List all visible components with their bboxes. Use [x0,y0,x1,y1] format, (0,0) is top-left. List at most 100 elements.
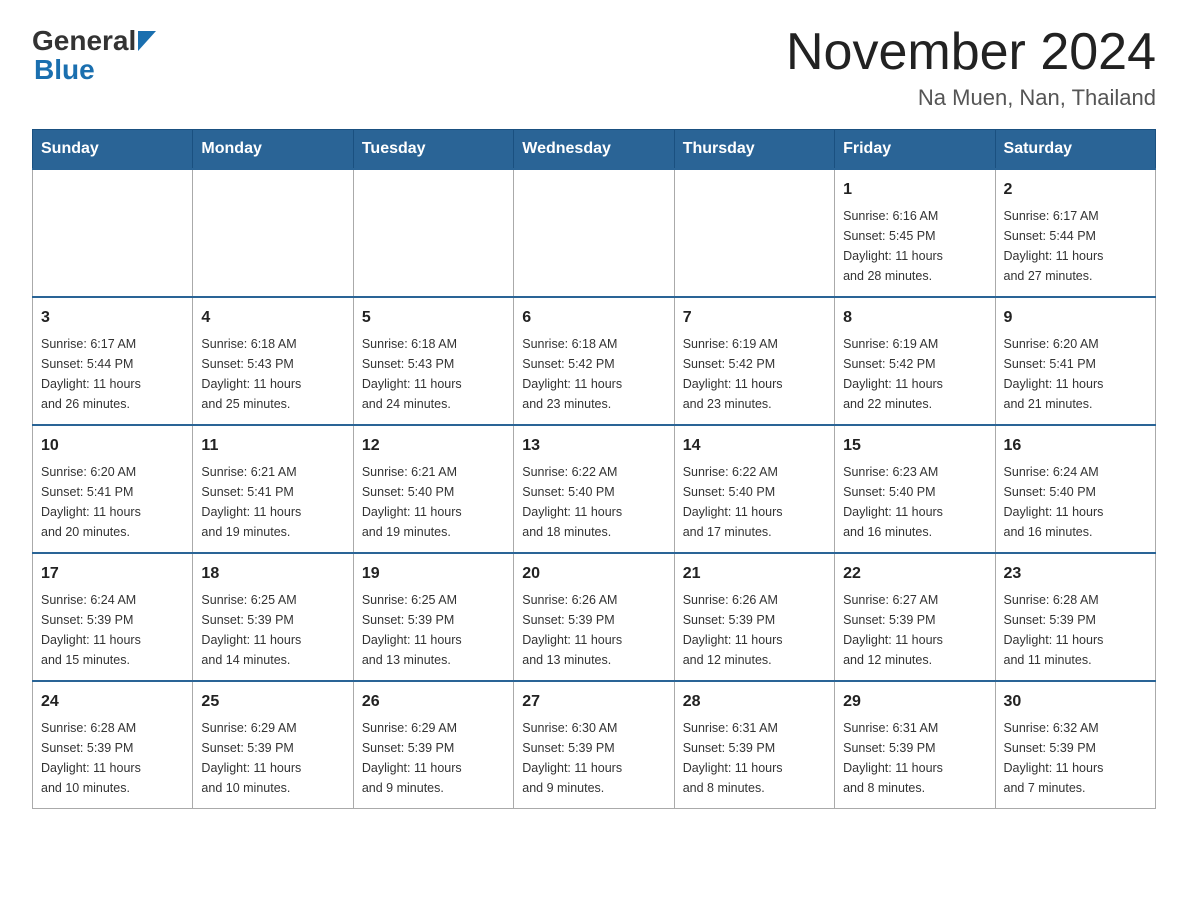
day-info: Sunrise: 6:19 AM Sunset: 5:42 PM Dayligh… [843,334,986,414]
weekday-header-thursday: Thursday [674,130,834,170]
day-number: 21 [683,562,826,586]
weekday-header-row: SundayMondayTuesdayWednesdayThursdayFrid… [33,130,1156,170]
calendar-cell: 2Sunrise: 6:17 AM Sunset: 5:44 PM Daylig… [995,169,1155,297]
calendar-cell: 12Sunrise: 6:21 AM Sunset: 5:40 PM Dayli… [353,425,513,553]
day-number: 7 [683,306,826,330]
day-number: 11 [201,434,344,458]
calendar-cell: 4Sunrise: 6:18 AM Sunset: 5:43 PM Daylig… [193,297,353,425]
calendar-cell [33,169,193,297]
calendar-cell: 22 Sunrise: 6:27 AM Sunset: 5:39 PM Dayli… [835,553,995,681]
day-info: Sunrise: 6:25 AM Sunset: 5:39 PM Dayligh… [362,590,505,670]
logo: General Blue [32,24,156,86]
day-number: 13 [522,434,665,458]
calendar-cell: 7 Sunrise: 6:19 AM Sunset: 5:42 PM Daylig… [674,297,834,425]
day-number: 22 [843,562,986,586]
day-info: Sunrise: 6:28 AM Sunset: 5:39 PM Dayligh… [1004,590,1147,670]
calendar-cell: 21 Sunrise: 6:26 AM Sunset: 5:39 PM Dayli… [674,553,834,681]
day-number: 9 [1004,306,1147,330]
day-info: Sunrise: 6:18 AM Sunset: 5:42 PM Dayligh… [522,334,665,414]
calendar-cell: 17 Sunrise: 6:24 AM Sunset: 5:39 PM Dayli… [33,553,193,681]
calendar-cell: 14 Sunrise: 6:22 AM Sunset: 5:40 PM Dayli… [674,425,834,553]
calendar-cell: 5 Sunrise: 6:18 AM Sunset: 5:43 PM Daylig… [353,297,513,425]
calendar-cell [674,169,834,297]
calendar-cell: 23 Sunrise: 6:28 AM Sunset: 5:39 PM Dayli… [995,553,1155,681]
logo-general-text: General [32,25,136,57]
calendar-cell: 29Sunrise: 6:31 AM Sunset: 5:39 PM Dayli… [835,681,995,809]
calendar-cell: 28 Sunrise: 6:31 AM Sunset: 5:39 PM Dayli… [674,681,834,809]
day-number: 25 [201,690,344,714]
day-info: Sunrise: 6:21 AM Sunset: 5:41 PM Dayligh… [201,462,344,542]
day-number: 4 [201,306,344,330]
calendar-table: SundayMondayTuesdayWednesdayThursdayFrid… [32,129,1156,809]
day-info: Sunrise: 6:17 AM Sunset: 5:44 PM Dayligh… [41,334,184,414]
calendar-cell [193,169,353,297]
day-number: 6 [522,306,665,330]
calendar-cell: 6 Sunrise: 6:18 AM Sunset: 5:42 PM Daylig… [514,297,674,425]
week-row-2: 3 Sunrise: 6:17 AM Sunset: 5:44 PM Daylig… [33,297,1156,425]
day-number: 15 [843,434,986,458]
weekday-header-monday: Monday [193,130,353,170]
day-number: 5 [362,306,505,330]
calendar-cell: 13 Sunrise: 6:22 AM Sunset: 5:40 PM Dayli… [514,425,674,553]
day-number: 27 [522,690,665,714]
day-number: 16 [1004,434,1147,458]
day-info: Sunrise: 6:18 AM Sunset: 5:43 PM Dayligh… [362,334,505,414]
day-info: Sunrise: 6:26 AM Sunset: 5:39 PM Dayligh… [683,590,826,670]
day-number: 26 [362,690,505,714]
day-info: Sunrise: 6:27 AM Sunset: 5:39 PM Dayligh… [843,590,986,670]
logo-blue-text: Blue [34,54,95,86]
day-info: Sunrise: 6:22 AM Sunset: 5:40 PM Dayligh… [683,462,826,542]
day-number: 20 [522,562,665,586]
logo-text: General [32,24,156,58]
day-number: 29 [843,690,986,714]
calendar-cell: 8Sunrise: 6:19 AM Sunset: 5:42 PM Daylig… [835,297,995,425]
day-number: 23 [1004,562,1147,586]
day-info: Sunrise: 6:31 AM Sunset: 5:39 PM Dayligh… [683,718,826,798]
day-info: Sunrise: 6:25 AM Sunset: 5:39 PM Dayligh… [201,590,344,670]
day-info: Sunrise: 6:30 AM Sunset: 5:39 PM Dayligh… [522,718,665,798]
calendar-cell [514,169,674,297]
day-info: Sunrise: 6:26 AM Sunset: 5:39 PM Dayligh… [522,590,665,670]
calendar-cell: 25 Sunrise: 6:29 AM Sunset: 5:39 PM Dayli… [193,681,353,809]
calendar-cell: 27 Sunrise: 6:30 AM Sunset: 5:39 PM Dayli… [514,681,674,809]
day-info: Sunrise: 6:24 AM Sunset: 5:40 PM Dayligh… [1004,462,1147,542]
calendar-cell: 3 Sunrise: 6:17 AM Sunset: 5:44 PM Daylig… [33,297,193,425]
day-info: Sunrise: 6:29 AM Sunset: 5:39 PM Dayligh… [362,718,505,798]
calendar-cell: 10Sunrise: 6:20 AM Sunset: 5:41 PM Dayli… [33,425,193,553]
day-number: 1 [843,178,986,202]
calendar-cell: 30Sunrise: 6:32 AM Sunset: 5:39 PM Dayli… [995,681,1155,809]
day-info: Sunrise: 6:19 AM Sunset: 5:42 PM Dayligh… [683,334,826,414]
calendar-cell: 1 Sunrise: 6:16 AM Sunset: 5:45 PM Daylig… [835,169,995,297]
calendar-cell: 26 Sunrise: 6:29 AM Sunset: 5:39 PM Dayli… [353,681,513,809]
weekday-header-sunday: Sunday [33,130,193,170]
day-number: 3 [41,306,184,330]
day-number: 10 [41,434,184,458]
page-header: General Blue November 2024 Na Muen, Nan,… [32,24,1156,111]
day-info: Sunrise: 6:17 AM Sunset: 5:44 PM Dayligh… [1004,206,1147,286]
week-row-5: 24 Sunrise: 6:28 AM Sunset: 5:39 PM Dayli… [33,681,1156,809]
day-info: Sunrise: 6:22 AM Sunset: 5:40 PM Dayligh… [522,462,665,542]
weekday-header-saturday: Saturday [995,130,1155,170]
calendar-cell: 18 Sunrise: 6:25 AM Sunset: 5:39 PM Dayli… [193,553,353,681]
location-title: Na Muen, Nan, Thailand [786,85,1156,111]
calendar-cell: 19 Sunrise: 6:25 AM Sunset: 5:39 PM Dayli… [353,553,513,681]
weekday-header-friday: Friday [835,130,995,170]
day-info: Sunrise: 6:16 AM Sunset: 5:45 PM Dayligh… [843,206,986,286]
day-info: Sunrise: 6:28 AM Sunset: 5:39 PM Dayligh… [41,718,184,798]
calendar-cell: 9Sunrise: 6:20 AM Sunset: 5:41 PM Daylig… [995,297,1155,425]
day-info: Sunrise: 6:32 AM Sunset: 5:39 PM Dayligh… [1004,718,1147,798]
day-info: Sunrise: 6:24 AM Sunset: 5:39 PM Dayligh… [41,590,184,670]
day-number: 14 [683,434,826,458]
day-number: 18 [201,562,344,586]
day-number: 19 [362,562,505,586]
logo-arrow-shape [138,26,156,58]
day-number: 28 [683,690,826,714]
day-number: 17 [41,562,184,586]
day-number: 12 [362,434,505,458]
day-info: Sunrise: 6:29 AM Sunset: 5:39 PM Dayligh… [201,718,344,798]
calendar-cell: 11 Sunrise: 6:21 AM Sunset: 5:41 PM Dayli… [193,425,353,553]
day-info: Sunrise: 6:23 AM Sunset: 5:40 PM Dayligh… [843,462,986,542]
week-row-3: 10Sunrise: 6:20 AM Sunset: 5:41 PM Dayli… [33,425,1156,553]
day-number: 24 [41,690,184,714]
calendar-cell [353,169,513,297]
